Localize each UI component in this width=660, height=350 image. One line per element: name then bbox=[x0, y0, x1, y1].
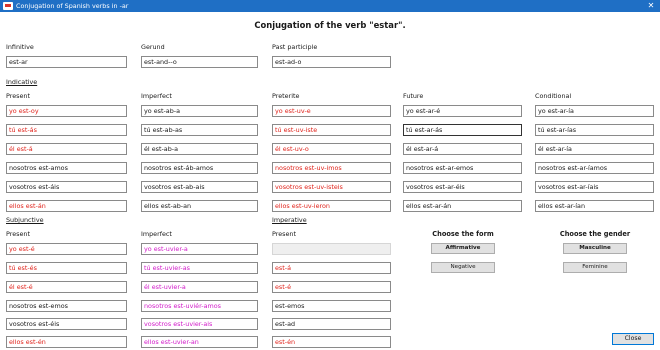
imperative-present-ellos[interactable]: est-én bbox=[272, 336, 391, 348]
infinitive-field[interactable]: est-ar bbox=[6, 56, 127, 68]
window-title: Conjugation of Spanish verbs in -ar bbox=[16, 2, 129, 10]
indicative-preterite-nosotros[interactable]: nosotros est-uv-imos bbox=[272, 162, 391, 174]
past-participle-label: Past participle bbox=[272, 43, 318, 51]
app-icon bbox=[3, 2, 13, 10]
indicative-conditional-vosotros[interactable]: vosotros est-ar-íais bbox=[535, 181, 654, 193]
indicative-future-nosotros[interactable]: nosotros est-ar-emos bbox=[403, 162, 522, 174]
negative-button[interactable]: Negative bbox=[431, 262, 495, 273]
subjunctive-present-nosotros[interactable]: nosotros est-emos bbox=[6, 300, 127, 312]
subjunctive-present-tu[interactable]: tú est-és bbox=[6, 262, 127, 274]
subjunctive-present-yo[interactable]: yo est-é bbox=[6, 243, 127, 255]
indicative-preterite-yo[interactable]: yo est-uv-e bbox=[272, 105, 391, 117]
indicative-section-label: Indicative bbox=[6, 78, 38, 86]
subjunctive-section-label: Subjunctive bbox=[6, 216, 44, 224]
subjunctive-present-el[interactable]: él est-é bbox=[6, 281, 127, 293]
indicative-conditional-tu[interactable]: tú est-ar-ías bbox=[535, 124, 654, 136]
subjunctive-imperfect-nosotros[interactable]: nosotros est-uviér-amos bbox=[141, 300, 258, 312]
indicative-present-label: Present bbox=[6, 92, 30, 100]
indicative-conditional-ellos[interactable]: ellos est-ar-ían bbox=[535, 200, 654, 212]
indicative-conditional-nosotros[interactable]: nosotros est-ar-íamos bbox=[535, 162, 654, 174]
form-chooser-title: Choose the form bbox=[432, 230, 494, 238]
indicative-present-nosotros[interactable]: nosotros est-amos bbox=[6, 162, 127, 174]
indicative-preterite-vosotros[interactable]: vosotros est-uv-isteis bbox=[272, 181, 391, 193]
subjunctive-imperfect-ellos[interactable]: ellos est-uvier-an bbox=[141, 336, 258, 348]
indicative-conditional-el[interactable]: él est-ar-ía bbox=[535, 143, 654, 155]
indicative-future-tu[interactable]: tú est-ar-ás bbox=[403, 124, 522, 136]
subjunctive-imperfect-tu[interactable]: tú est-uvier-as bbox=[141, 262, 258, 274]
indicative-future-ellos[interactable]: ellos est-ar-án bbox=[403, 200, 522, 212]
imperative-present-el[interactable]: est-é bbox=[272, 281, 391, 293]
imperative-present-vosotros[interactable]: est-ad bbox=[272, 318, 391, 330]
indicative-present-ellos[interactable]: ellos est-án bbox=[6, 200, 127, 212]
indicative-preterite-tu[interactable]: tú est-uv-iste bbox=[272, 124, 391, 136]
indicative-imperfect-yo[interactable]: yo est-ab-a bbox=[141, 105, 258, 117]
indicative-conditional-yo[interactable]: yo est-ar-ía bbox=[535, 105, 654, 117]
subjunctive-present-ellos[interactable]: ellos est-én bbox=[6, 336, 127, 348]
indicative-conditional-label: Conditional bbox=[535, 92, 572, 100]
page-title: Conjugation of the verb "estar". bbox=[254, 20, 406, 30]
indicative-future-el[interactable]: él est-ar-á bbox=[403, 143, 522, 155]
imperative-present-yo bbox=[272, 243, 391, 255]
masculine-button[interactable]: Masculine bbox=[563, 243, 627, 254]
feminine-button[interactable]: Feminine bbox=[563, 262, 627, 273]
imperative-present-label: Present bbox=[272, 230, 296, 238]
subjunctive-imperfect-yo[interactable]: yo est-uvier-a bbox=[141, 243, 258, 255]
subjunctive-present-label: Present bbox=[6, 230, 30, 238]
indicative-present-tu[interactable]: tú est-ás bbox=[6, 124, 127, 136]
indicative-preterite-label: Preterite bbox=[272, 92, 300, 100]
indicative-present-vosotros[interactable]: vosotros est-áis bbox=[6, 181, 127, 193]
indicative-imperfect-vosotros[interactable]: vosotros est-ab-ais bbox=[141, 181, 258, 193]
subjunctive-imperfect-vosotros[interactable]: vosotros est-uvier-ais bbox=[141, 318, 258, 330]
indicative-preterite-el[interactable]: él est-uv-o bbox=[272, 143, 391, 155]
subjunctive-imperfect-label: Imperfect bbox=[141, 230, 172, 238]
subjunctive-present-vosotros[interactable]: vosotros est-éis bbox=[6, 318, 127, 330]
indicative-imperfect-el[interactable]: él est-ab-a bbox=[141, 143, 258, 155]
window-titlebar: Conjugation of Spanish verbs in -ar ✕ bbox=[0, 0, 660, 12]
close-button[interactable]: Close bbox=[612, 333, 654, 345]
gerund-label: Gerund bbox=[141, 43, 165, 51]
past-participle-field[interactable]: est-ad-o bbox=[272, 56, 391, 68]
indicative-present-yo[interactable]: yo est-oy bbox=[6, 105, 127, 117]
imperative-present-nosotros[interactable]: est-emos bbox=[272, 300, 391, 312]
indicative-imperfect-ellos[interactable]: ellos est-ab-an bbox=[141, 200, 258, 212]
indicative-imperfect-label: Imperfect bbox=[141, 92, 172, 100]
indicative-future-vosotros[interactable]: vosotros est-ar-éis bbox=[403, 181, 522, 193]
imperative-section-label: Imperative bbox=[272, 216, 307, 224]
gerund-field[interactable]: est-and--o bbox=[141, 56, 258, 68]
indicative-future-yo[interactable]: yo est-ar-é bbox=[403, 105, 522, 117]
infinitive-label: Infinitive bbox=[6, 43, 34, 51]
indicative-preterite-ellos[interactable]: ellos est-uv-ieron bbox=[272, 200, 391, 212]
window-close-icon[interactable]: ✕ bbox=[646, 0, 656, 12]
indicative-imperfect-nosotros[interactable]: nosotros est-áb-amos bbox=[141, 162, 258, 174]
gender-chooser-title: Choose the gender bbox=[559, 230, 631, 238]
indicative-imperfect-tu[interactable]: tú est-ab-as bbox=[141, 124, 258, 136]
affirmative-button[interactable]: Affirmative bbox=[431, 243, 495, 254]
imperative-present-tu[interactable]: est-á bbox=[272, 262, 391, 274]
subjunctive-imperfect-el[interactable]: él est-uvier-a bbox=[141, 281, 258, 293]
indicative-present-el[interactable]: él est-á bbox=[6, 143, 127, 155]
indicative-future-label: Future bbox=[403, 92, 424, 100]
